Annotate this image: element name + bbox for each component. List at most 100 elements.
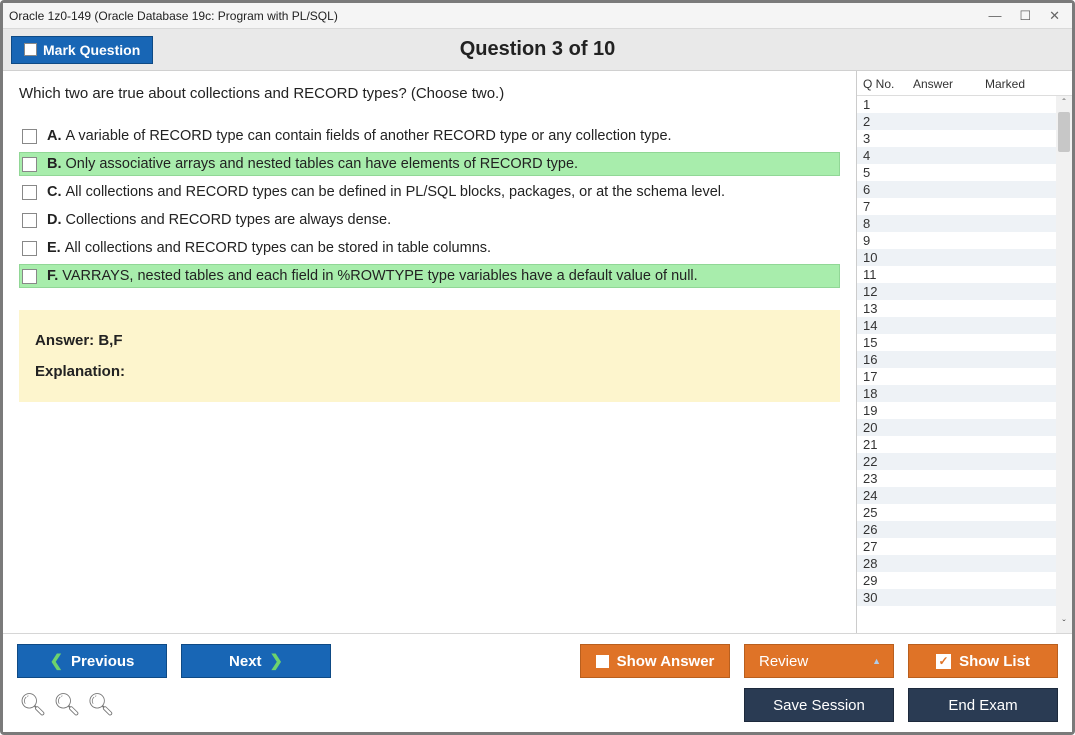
question-list-row[interactable]: 24 xyxy=(857,487,1056,504)
window-title: Oracle 1z0-149 (Oracle Database 19c: Pro… xyxy=(9,9,988,23)
question-list-row[interactable]: 4 xyxy=(857,147,1056,164)
choice-letter: E. xyxy=(47,240,61,256)
question-list-row[interactable]: 21 xyxy=(857,436,1056,453)
choice-checkbox[interactable] xyxy=(22,269,37,284)
choice-row[interactable]: D. Collections and RECORD types are alwa… xyxy=(19,208,840,232)
question-list-row[interactable]: 7 xyxy=(857,198,1056,215)
choice-checkbox[interactable] xyxy=(22,185,37,200)
question-list-row[interactable]: 10 xyxy=(857,249,1056,266)
mark-question-label: Mark Question xyxy=(43,42,140,58)
question-list-row[interactable]: 26 xyxy=(857,521,1056,538)
question-list-row[interactable]: 29 xyxy=(857,572,1056,589)
header-bar: Mark Question Question 3 of 10 xyxy=(3,29,1072,71)
choice-letter: A. xyxy=(47,128,62,144)
previous-label: Previous xyxy=(71,653,134,670)
question-list-row[interactable]: 8 xyxy=(857,215,1056,232)
question-list-row[interactable]: 28 xyxy=(857,555,1056,572)
choice-row[interactable]: E. All collections and RECORD types can … xyxy=(19,236,840,260)
zoom-controls: 🔍︎ 🔍︎ 🔍︎ xyxy=(17,692,115,718)
choice-row[interactable]: F. VARRAYS, nested tables and each field… xyxy=(19,264,840,288)
zoom-out-icon[interactable]: 🔍︎ xyxy=(87,692,115,718)
window-controls: — ☐ ✕ xyxy=(988,8,1066,24)
question-list-row[interactable]: 23 xyxy=(857,470,1056,487)
question-stem: Which two are true about collections and… xyxy=(19,85,840,102)
question-list-row[interactable]: 25 xyxy=(857,504,1056,521)
review-button[interactable]: Review ▲ xyxy=(744,644,894,678)
zoom-in-icon[interactable]: 🔍︎ xyxy=(19,692,47,718)
show-list-label: Show List xyxy=(959,653,1030,670)
question-list-row[interactable]: 9 xyxy=(857,232,1056,249)
show-answer-button[interactable]: Show Answer xyxy=(580,644,730,678)
question-content: Which two are true about collections and… xyxy=(3,71,856,633)
question-counter: Question 3 of 10 xyxy=(460,38,616,61)
question-list-row[interactable]: 20 xyxy=(857,419,1056,436)
question-list-row[interactable]: 5 xyxy=(857,164,1056,181)
choice-text: Collections and RECORD types are always … xyxy=(66,212,392,228)
scroll-up-icon[interactable]: ˆ xyxy=(1056,96,1072,112)
question-list-row[interactable]: 30 xyxy=(857,589,1056,606)
question-list-row[interactable]: 15 xyxy=(857,334,1056,351)
question-list-row[interactable]: 13 xyxy=(857,300,1056,317)
checkbox-checked-icon: ✓ xyxy=(936,654,951,669)
save-session-button[interactable]: Save Session xyxy=(744,688,894,722)
question-list-row[interactable]: 1 xyxy=(857,96,1056,113)
question-list-row[interactable]: 19 xyxy=(857,402,1056,419)
question-list-row[interactable]: 18 xyxy=(857,385,1056,402)
choice-text: Only associative arrays and nested table… xyxy=(66,156,579,172)
close-icon[interactable]: ✕ xyxy=(1049,8,1060,24)
choice-row[interactable]: C. All collections and RECORD types can … xyxy=(19,180,840,204)
scroll-thumb[interactable] xyxy=(1058,112,1070,152)
choice-letter: B. xyxy=(47,156,62,172)
previous-button[interactable]: ❮ Previous xyxy=(17,644,167,678)
next-button[interactable]: Next ❯ xyxy=(181,644,331,678)
question-list-panel: Q No. Answer Marked 12345678910111213141… xyxy=(856,71,1072,633)
app-window: Oracle 1z0-149 (Oracle Database 19c: Pro… xyxy=(0,0,1075,735)
choices-list: A. A variable of RECORD type can contain… xyxy=(19,124,840,288)
show-list-button[interactable]: ✓ Show List xyxy=(908,644,1058,678)
choice-checkbox[interactable] xyxy=(22,129,37,144)
choice-row[interactable]: B. Only associative arrays and nested ta… xyxy=(19,152,840,176)
question-list-row[interactable]: 16 xyxy=(857,351,1056,368)
question-list-row[interactable]: 3 xyxy=(857,130,1056,147)
zoom-reset-icon[interactable]: 🔍︎ xyxy=(53,692,81,718)
scroll-down-icon[interactable]: ˇ xyxy=(1056,617,1072,633)
end-exam-button[interactable]: End Exam xyxy=(908,688,1058,722)
main-area: Which two are true about collections and… xyxy=(3,71,1072,633)
scrollbar[interactable]: ˆ ˇ xyxy=(1056,96,1072,633)
end-exam-label: End Exam xyxy=(948,697,1017,714)
triangle-up-icon: ▲ xyxy=(872,656,881,666)
footer-row-bottom: 🔍︎ 🔍︎ 🔍︎ Save Session End Exam xyxy=(17,688,1058,722)
chevron-right-icon: ❯ xyxy=(270,651,283,671)
choice-letter: D. xyxy=(47,212,62,228)
question-list-body: 1234567891011121314151617181920212223242… xyxy=(857,96,1072,633)
question-list-row[interactable]: 17 xyxy=(857,368,1056,385)
question-list-row[interactable]: 14 xyxy=(857,317,1056,334)
col-marked: Marked xyxy=(985,77,1068,91)
show-answer-label: Show Answer xyxy=(617,653,715,670)
answer-block: Answer: B,F Explanation: xyxy=(19,310,840,402)
chevron-left-icon: ❮ xyxy=(50,651,63,671)
choice-letter: F. xyxy=(47,268,58,284)
question-list-row[interactable]: 6 xyxy=(857,181,1056,198)
question-list-row[interactable]: 12 xyxy=(857,283,1056,300)
question-list-row[interactable]: 11 xyxy=(857,266,1056,283)
choice-checkbox[interactable] xyxy=(22,157,37,172)
choice-checkbox[interactable] xyxy=(22,241,37,256)
title-bar: Oracle 1z0-149 (Oracle Database 19c: Pro… xyxy=(3,3,1072,29)
col-qno: Q No. xyxy=(863,77,913,91)
mark-question-button[interactable]: Mark Question xyxy=(11,36,153,64)
next-label: Next xyxy=(229,653,262,670)
minimize-icon[interactable]: — xyxy=(988,8,1001,24)
choice-text: VARRAYS, nested tables and each field in… xyxy=(62,268,697,284)
choice-row[interactable]: A. A variable of RECORD type can contain… xyxy=(19,124,840,148)
question-list-row[interactable]: 22 xyxy=(857,453,1056,470)
choice-letter: C. xyxy=(47,184,62,200)
question-list-row[interactable]: 2 xyxy=(857,113,1056,130)
question-list-header: Q No. Answer Marked xyxy=(857,71,1072,96)
footer: ❮ Previous Next ❯ Show Answer Review ▲ ✓… xyxy=(3,633,1072,732)
question-list-row[interactable]: 27 xyxy=(857,538,1056,555)
maximize-icon[interactable]: ☐ xyxy=(1019,8,1031,24)
choice-text: A variable of RECORD type can contain fi… xyxy=(66,128,672,144)
choice-checkbox[interactable] xyxy=(22,213,37,228)
question-rows[interactable]: 1234567891011121314151617181920212223242… xyxy=(857,96,1056,633)
